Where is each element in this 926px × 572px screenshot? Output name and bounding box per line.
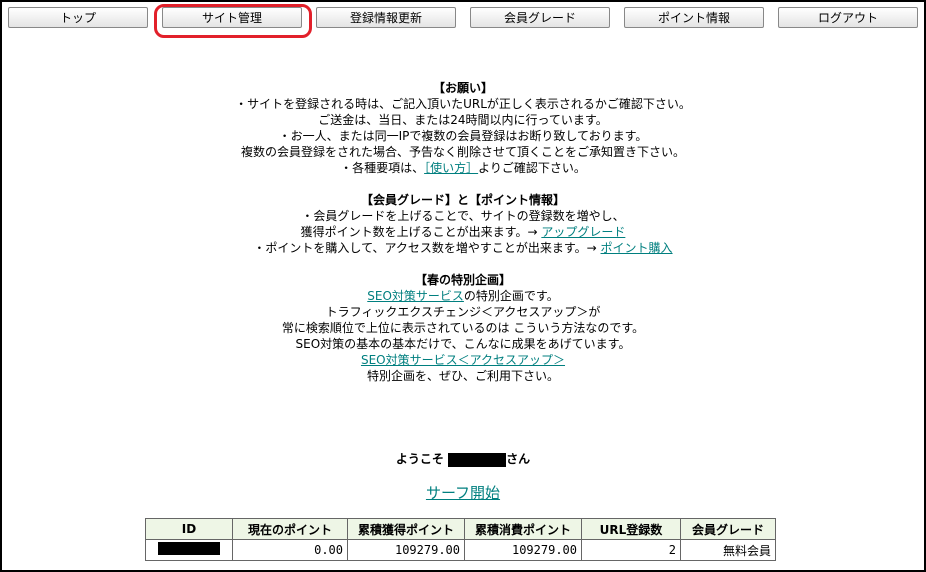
col-earned-points: 累積獲得ポイント xyxy=(347,518,465,540)
spring-line1-text: の特別企画です。 xyxy=(463,289,559,303)
spring-line: SEO対策の基本の基本だけで、こんなに成果をあげています。 xyxy=(295,337,631,351)
welcome-message: ようこそ さん xyxy=(0,450,926,467)
top-nav: トップ サイト管理 登録情報更新 会員グレード ポイント情報 ログアウト xyxy=(8,7,920,29)
col-current-points: 現在のポイント xyxy=(232,518,348,540)
redacted-id xyxy=(158,542,220,555)
welcome-suffix: さん xyxy=(506,452,531,466)
surf-start-link[interactable]: サーフ開始 xyxy=(426,484,500,502)
grade-line3-text: ・ポイントを購入して、アクセス数を増やすことが出来ます。→ xyxy=(253,241,601,255)
request-line: 複数の会員登録をされた場合、予告なく削除させて頂くことをご承知置き下さい。 xyxy=(240,145,685,159)
col-url-count: URL登録数 xyxy=(581,518,681,540)
seo-service-link[interactable]: SEO対策サービス xyxy=(367,289,464,303)
howto-suffix: よりご確認下さい。 xyxy=(478,161,586,175)
surf-section: サーフ開始 xyxy=(0,482,926,503)
col-grade: 会員グレード xyxy=(680,518,776,540)
grade-cell: 無料会員 xyxy=(680,539,776,561)
col-spent-points: 累積消費ポイント xyxy=(464,518,582,540)
redacted-username xyxy=(448,452,507,467)
col-id: ID xyxy=(145,518,233,540)
nav-top-button[interactable]: トップ xyxy=(8,7,148,28)
grade-line2-text: 獲得ポイント数を上げることが出来ます。→ xyxy=(300,225,542,239)
grade-line: ・ポイントを購入して、アクセス数を増やすことが出来ます。→ ポイント購入 xyxy=(0,240,926,256)
id-cell xyxy=(145,539,233,561)
earned-points-cell: 109279.00 xyxy=(347,539,465,561)
spring-line: SEO対策サービスの特別企画です。 xyxy=(0,288,926,304)
nav-logout-button[interactable]: ログアウト xyxy=(778,7,918,28)
howto-line: ・各種要項は、［使い方］よりご確認下さい。 xyxy=(0,160,926,176)
buy-points-link[interactable]: ポイント購入 xyxy=(601,241,673,255)
table-row: 0.00 109279.00 109279.00 2 無料会員 xyxy=(145,539,776,561)
request-heading: 【お願い】 xyxy=(432,81,493,95)
url-count-cell: 2 xyxy=(581,539,681,561)
nav-point-info-button[interactable]: ポイント情報 xyxy=(624,7,764,28)
spring-line: 特別企画を、ぜひ、ご利用下さい。 xyxy=(366,369,559,383)
current-points-cell: 0.00 xyxy=(232,539,348,561)
seo-accessup-link[interactable]: SEO対策サービス＜アクセスアップ＞ xyxy=(361,353,565,367)
stats-table: ID 現在のポイント 累積獲得ポイント 累積消費ポイント URL登録数 会員グレ… xyxy=(145,518,776,561)
spent-points-cell: 109279.00 xyxy=(464,539,582,561)
nav-member-grade-button[interactable]: 会員グレード xyxy=(470,7,610,28)
howto-link[interactable]: ［使い方］ xyxy=(424,161,478,175)
howto-prefix: ・各種要項は、 xyxy=(340,161,425,175)
request-line: ・サイトを登録される時は、ご記入頂いたURLが正しく表示されるかご確認下さい。 xyxy=(235,97,691,111)
nav-update-info-button[interactable]: 登録情報更新 xyxy=(316,7,456,28)
spring-line: SEO対策サービス＜アクセスアップ＞ xyxy=(0,352,926,368)
spring-heading: 【春の特別企画】 xyxy=(414,273,511,287)
notice-section: 【お願い】 ・サイトを登録される時は、ご記入頂いたURLが正しく表示されるかご確… xyxy=(0,80,926,384)
grade-heading: 【会員グレード】と【ポイント情報】 xyxy=(360,193,565,207)
highlight-annotation xyxy=(154,4,312,38)
spring-line: トラフィックエクスチェンジ＜アクセスアップ＞が xyxy=(325,305,601,319)
grade-line: 獲得ポイント数を上げることが出来ます。→ アップグレード xyxy=(0,224,926,240)
table-header-row: ID 現在のポイント 累積獲得ポイント 累積消費ポイント URL登録数 会員グレ… xyxy=(145,518,776,540)
request-line: ・お一人、または同一IPで複数の会員登録はお断り致しております。 xyxy=(278,129,648,143)
request-line: ご送金は、当日、または24時間以内に行っています。 xyxy=(318,113,608,127)
spring-line: 常に検索順位で上位に表示されているのは こういう方法なのです。 xyxy=(281,321,645,335)
upgrade-link[interactable]: アップグレード xyxy=(541,225,625,239)
welcome-prefix: ようこそ xyxy=(395,452,444,466)
grade-line: ・会員グレードを上げることで、サイトの登録数を増やし、 xyxy=(301,209,625,223)
